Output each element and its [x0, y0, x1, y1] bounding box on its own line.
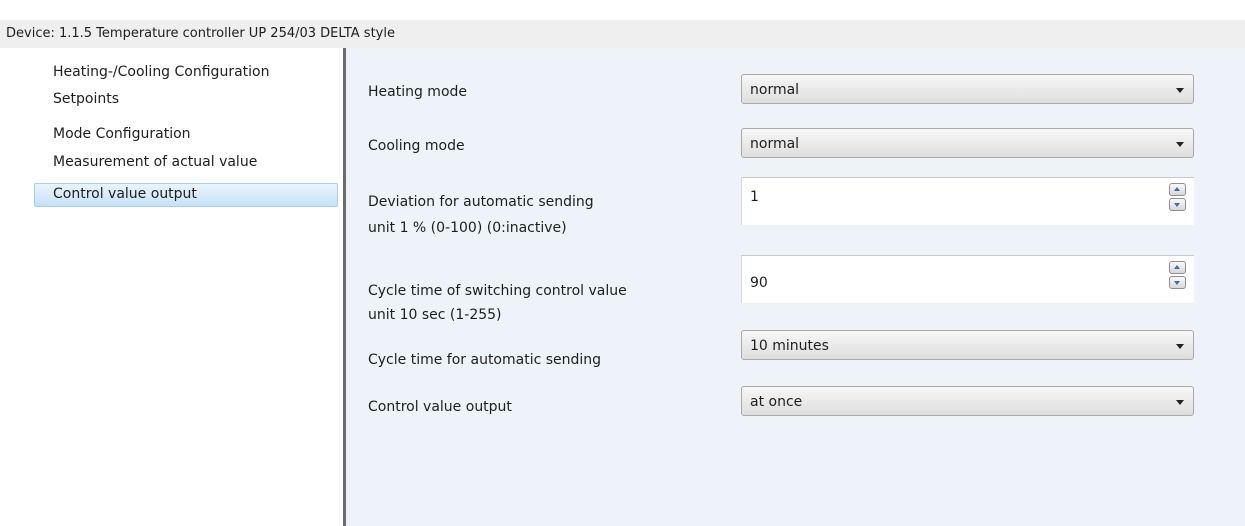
chevron-down-icon	[1176, 400, 1184, 405]
deviation-increment-button[interactable]	[1169, 183, 1186, 196]
deviation-label: Deviation for automatic sending	[368, 194, 594, 210]
sidebar-item-mode-configuration[interactable]: Mode Configuration	[34, 124, 338, 148]
cycle-switching-unit-label: unit 10 sec (1-255)	[368, 307, 502, 323]
cycle-auto-value: 10 minutes	[750, 338, 829, 354]
chevron-down-icon	[1176, 344, 1184, 349]
cycle-auto-dropdown[interactable]: 10 minutes	[741, 330, 1194, 360]
arrow-up-icon	[1174, 265, 1180, 269]
cycle-switching-spinbox[interactable]: 90	[741, 255, 1194, 303]
cycle-switching-decrement-button[interactable]	[1169, 276, 1186, 289]
deviation-spinbox[interactable]: 1	[741, 177, 1194, 225]
control-output-dropdown[interactable]: at once	[741, 386, 1194, 416]
cooling-mode-dropdown[interactable]: normal	[741, 128, 1194, 158]
arrow-down-icon	[1174, 203, 1180, 207]
control-output-label: Control value output	[368, 399, 512, 415]
window-title-bar: Device: 1.1.5 Temperature controller UP …	[0, 20, 1245, 48]
parameter-sidebar: Heating-/Cooling Configuration Setpoints…	[0, 48, 343, 526]
deviation-decrement-button[interactable]	[1169, 198, 1186, 211]
cooling-mode-label: Cooling mode	[368, 138, 465, 154]
sidebar-item-setpoints[interactable]: Setpoints	[34, 89, 338, 113]
arrow-down-icon	[1174, 281, 1180, 285]
sidebar-item-measurement-of-actual-value[interactable]: Measurement of actual value	[34, 152, 338, 176]
cycle-switching-value: 90	[750, 275, 768, 291]
sidebar-item-control-value-output[interactable]: Control value output	[34, 183, 338, 207]
arrow-up-icon	[1174, 187, 1180, 191]
sidebar-item-heating-cooling-configuration[interactable]: Heating-/Cooling Configuration	[34, 62, 338, 86]
parameter-panel: Heating mode normal Cooling mode normal …	[346, 48, 1245, 526]
cycle-switching-label: Cycle time of switching control value	[368, 283, 627, 299]
cooling-mode-value: normal	[750, 136, 800, 152]
cycle-switching-increment-button[interactable]	[1169, 261, 1186, 274]
deviation-value: 1	[750, 189, 759, 205]
control-output-value: at once	[750, 394, 803, 410]
deviation-unit-label: unit 1 % (0-100) (0:inactive)	[368, 220, 567, 236]
heating-mode-label: Heating mode	[368, 84, 468, 100]
heating-mode-value: normal	[750, 82, 800, 98]
device-title: Device: 1.1.5 Temperature controller UP …	[6, 26, 395, 41]
chevron-down-icon	[1176, 88, 1184, 93]
chevron-down-icon	[1176, 142, 1184, 147]
heating-mode-dropdown[interactable]: normal	[741, 74, 1194, 104]
cycle-auto-label: Cycle time for automatic sending	[368, 352, 602, 368]
